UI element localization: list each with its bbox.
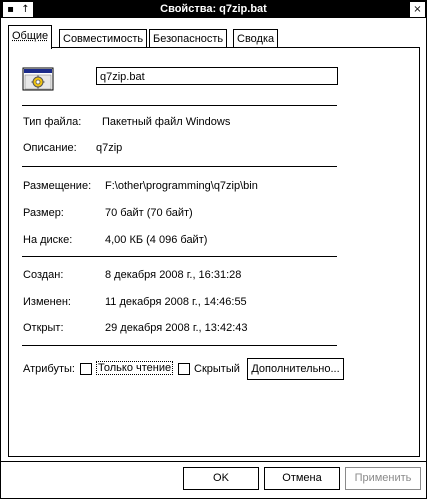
created-value: 8 декабря 2008 г., 16:31:28 [105,269,242,281]
accessed-value: 29 декабря 2008 г., 13:42:43 [105,322,248,334]
window-title: Свойства: q7zip.bat [160,3,267,15]
tab-general-label: Общие [12,30,49,42]
description-label: Описание: [23,142,77,154]
filename-field[interactable]: q7zip.bat [96,67,338,85]
ondisk-value: 4,00 КБ (4 096 байт) [105,234,208,246]
location-label: Размещение: [23,180,92,192]
description-value: q7zip [96,142,123,154]
apply-button[interactable]: Применить [345,467,421,490]
attributes-label: Атрибуты: [23,363,75,375]
location-value: F:\other\programming\q7zip\bin [105,180,258,192]
general-tab-panel [8,47,420,457]
tab-security-label: Безопасность [153,33,224,45]
tab-summary[interactable]: Сводка [233,29,279,48]
accessed-label: Открыт: [23,322,64,334]
ok-button[interactable]: OK [183,467,259,490]
modified-label: Изменен: [23,296,71,308]
batch-file-icon [22,67,54,91]
properties-window: ▪ ↑ Свойства: q7zip.bat × Общие Совмести… [0,0,427,499]
readonly-label: Только чтение [96,361,174,375]
modified-value: 11 декабря 2008 г., 14:46:55 [105,296,247,308]
hidden-checkbox[interactable] [178,363,190,375]
tab-summary-label: Сводка [237,33,275,45]
divider [22,105,337,106]
tab-compatibility[interactable]: Совместимость [59,29,148,48]
title-bar[interactable]: ▪ ↑ Свойства: q7zip.bat × [1,1,426,18]
cancel-button[interactable]: Отмена [264,467,340,490]
close-icon[interactable]: × [410,2,425,17]
type-value: Пакетный файл Windows [102,116,231,128]
footer-separator [1,461,426,462]
tab-security[interactable]: Безопасность [149,29,228,48]
hidden-label[interactable]: Скрытый [194,362,240,376]
size-value: 70 байт (70 байт) [105,207,193,219]
size-label: Размер: [23,207,64,219]
ondisk-label: На диске: [23,234,73,246]
advanced-button[interactable]: Дополнительно... [247,358,344,380]
tab-general[interactable]: Общие [8,25,53,49]
type-label: Тип файла: [23,116,82,128]
created-label: Создан: [23,269,64,281]
readonly-checkbox[interactable] [80,363,92,375]
divider [22,256,337,257]
divider [22,166,337,167]
tab-compatibility-label: Совместимость [63,33,144,45]
readonly-label-wrap[interactable]: Только чтение [96,361,174,375]
divider [22,345,337,346]
